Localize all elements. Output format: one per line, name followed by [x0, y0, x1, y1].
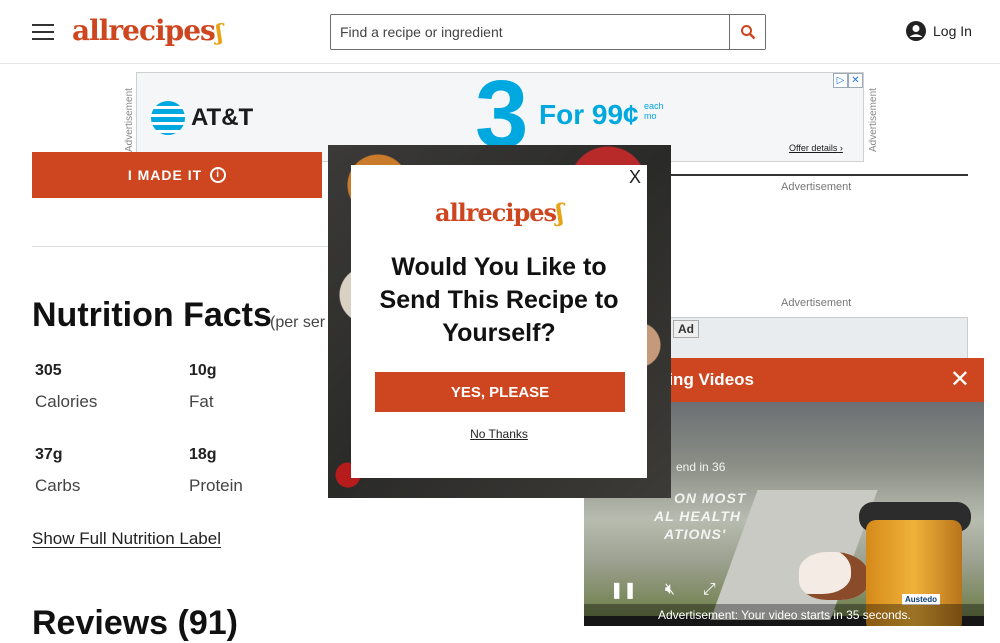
ad-side-label-left: Advertisement [124, 88, 135, 152]
menu-icon[interactable] [32, 24, 54, 40]
video-ad-countdown: Advertisement: Your video starts in 35 s… [658, 608, 911, 622]
calories-value: 305 [35, 362, 62, 379]
modal-title: Would You Like to Send This Recipe to Yo… [379, 253, 619, 347]
search-input[interactable] [331, 15, 731, 49]
video-overlay-line: ATIONS' [664, 526, 727, 542]
right-rail-divider [668, 174, 968, 176]
allrecipes-logo: allrecipesʃ [435, 198, 564, 227]
ad-side-label-right: Advertisement [868, 88, 879, 152]
ad-offer-details[interactable]: Offer details › [789, 143, 843, 153]
pause-icon[interactable]: ❚❚ [610, 580, 637, 600]
site-header: allrecipesʃ Log In [0, 0, 1000, 64]
login-link[interactable]: Log In [905, 20, 972, 42]
carbs-value: 37g [35, 446, 63, 463]
ad-close-icon[interactable]: ✕ [848, 73, 863, 88]
account-icon [906, 21, 926, 41]
advertisement-label: Advertisement [781, 297, 852, 309]
i-made-it-button[interactable]: I MADE IT i [32, 152, 322, 198]
login-label: Log In [933, 23, 972, 39]
close-icon[interactable]: X [629, 167, 641, 188]
per-serving-note: (per ser [270, 314, 326, 331]
ad-offer: For 99¢ [539, 99, 639, 130]
no-thanks-link[interactable]: No Thanks [351, 427, 647, 441]
advertisement-label: Advertisement [781, 181, 852, 193]
mute-icon[interactable]: 🔇︎ [665, 581, 675, 599]
fat-value: 10g [189, 362, 217, 379]
send-recipe-modal: X allrecipesʃ Would You Like to Send Thi… [351, 165, 647, 478]
video-countdown-text: end in 36 [676, 460, 726, 474]
fat-label: Fat [189, 392, 214, 411]
search-icon [740, 25, 755, 40]
ad-choices[interactable]: ▷ ✕ [833, 73, 863, 88]
show-full-nutrition-link[interactable]: Show Full Nutrition Label [32, 529, 221, 549]
info-icon: i [210, 167, 227, 183]
search-button[interactable] [729, 15, 765, 49]
att-logo: AT&T [151, 101, 253, 135]
protein-value: 18g [189, 446, 217, 463]
video-ad-bar: Advertisement: Your video starts in 35 s… [584, 604, 984, 626]
calories-label: Calories [35, 392, 98, 411]
nutrition-title: Nutrition Facts [32, 296, 272, 334]
search-bar [330, 14, 766, 50]
reviews-title: Reviews (91) [32, 604, 238, 642]
video-overlay-line: ON MOST [674, 490, 747, 506]
att-globe-icon [151, 101, 185, 135]
close-icon[interactable]: ✕ [950, 368, 970, 392]
protein-label: Protein [189, 476, 243, 495]
allrecipes-logo[interactable]: allrecipesʃ [72, 14, 223, 47]
fullscreen-icon[interactable]: ⤢ [703, 581, 716, 599]
yes-please-button[interactable]: YES, PLEASE [375, 372, 625, 412]
adchoices-icon[interactable]: ▷ [833, 73, 848, 88]
video-overlay-line: AL HEALTH [654, 508, 742, 524]
ad-each-mo: each mo [644, 101, 664, 121]
carbs-label: Carbs [35, 476, 81, 495]
ad-tag: Ad [673, 320, 699, 338]
